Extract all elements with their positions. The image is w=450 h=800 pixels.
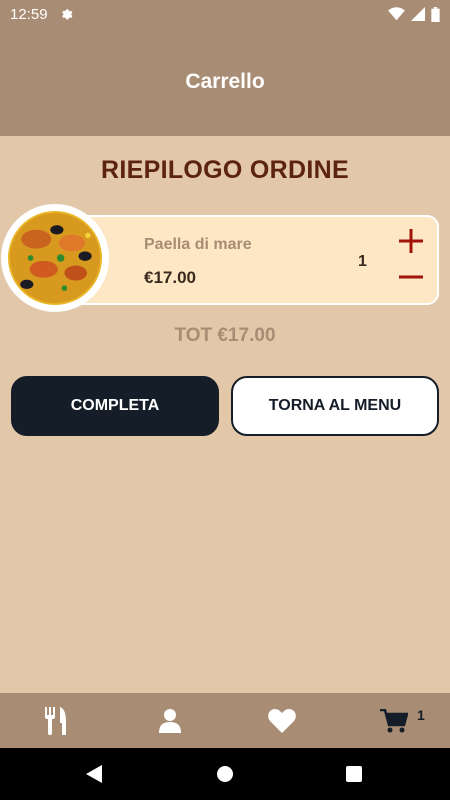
item-price: €17.00 xyxy=(144,268,196,287)
recents-square-icon xyxy=(346,766,362,782)
item-image xyxy=(1,204,109,312)
app-bar: Carrello xyxy=(0,28,450,136)
nav-menu-item[interactable] xyxy=(34,693,78,748)
item-quantity: 1 xyxy=(358,253,367,270)
back-triangle-icon xyxy=(86,765,102,783)
page-title: Carrello xyxy=(185,70,265,93)
status-bar: 12:59 xyxy=(0,0,450,28)
cart-icon xyxy=(380,708,408,732)
order-summary-title: RIEPILOGO ORDINE xyxy=(101,156,349,184)
nav-favorites-item[interactable] xyxy=(260,693,304,748)
heart-icon xyxy=(268,708,296,733)
paella-dish-photo xyxy=(8,211,102,305)
system-recents-button[interactable] xyxy=(342,762,366,786)
cart-count-badge: 1 xyxy=(417,707,425,723)
complete-order-button[interactable]: COMPLETA xyxy=(11,376,219,436)
item-name: Paella di mare xyxy=(144,236,252,253)
user-icon xyxy=(159,708,181,733)
settings-gear-icon xyxy=(61,9,73,20)
order-total: TOT €17.00 xyxy=(174,325,276,346)
system-navigation-bar xyxy=(0,748,450,800)
wifi-icon xyxy=(388,7,405,21)
increase-quantity-icon[interactable] xyxy=(399,229,423,253)
cart-content: RIEPILOGO ORDINE Paella di mare €17.00 1 xyxy=(0,136,450,693)
system-home-button[interactable] xyxy=(213,762,237,786)
signal-icon xyxy=(411,7,425,21)
bottom-nav: 1 xyxy=(0,693,450,748)
nav-cart-item[interactable] xyxy=(372,693,416,748)
system-back-button[interactable] xyxy=(82,762,106,786)
status-time: 12:59 xyxy=(10,5,48,23)
battery-icon xyxy=(431,6,440,22)
decrease-quantity-icon[interactable] xyxy=(399,265,423,289)
restaurant-utensils-icon xyxy=(45,706,66,735)
back-to-menu-button[interactable]: TORNA AL MENU xyxy=(231,376,439,436)
nav-profile-item[interactable] xyxy=(148,693,192,748)
home-circle-icon xyxy=(217,766,233,782)
